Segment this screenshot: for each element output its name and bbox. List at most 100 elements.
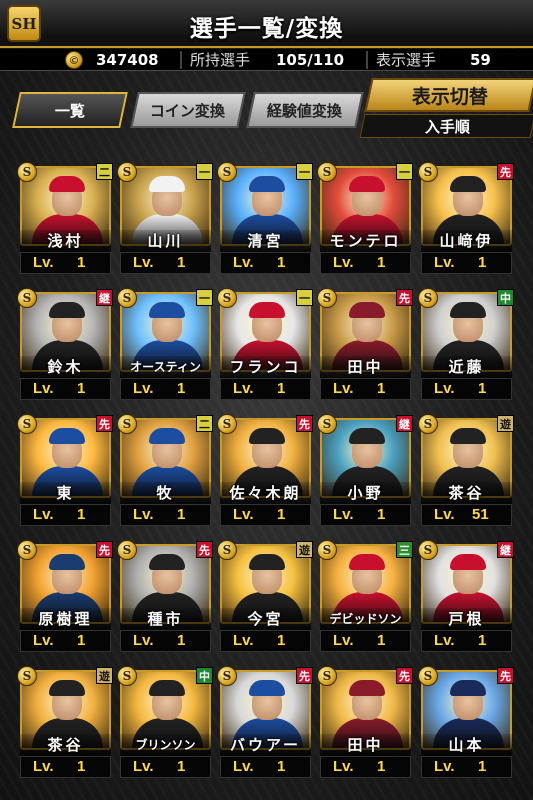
position-badge: 中 (196, 667, 213, 684)
position-badge: 一 (296, 289, 313, 306)
level-value: 1 (177, 632, 186, 649)
level-value: 1 (77, 506, 86, 523)
display-switch-label: 表示切替 (412, 85, 489, 108)
player-level: Lv. 1 (421, 252, 512, 274)
tab-coin-convert[interactable]: コイン変換 (130, 92, 246, 128)
level-prefix: Lv. (133, 254, 154, 271)
player-card[interactable]: 小野 Lv. 1 S 継 (317, 414, 413, 536)
player-card[interactable]: 近藤 Lv. 1 S 中 (418, 288, 514, 410)
player-card[interactable]: 田中 Lv. 1 S 先 (317, 288, 413, 410)
level-value: 1 (177, 254, 186, 271)
player-card[interactable]: 東 Lv. 1 S 先 (17, 414, 113, 536)
player-card[interactable]: オースティン Lv. 1 S 一 (117, 288, 213, 410)
level-prefix: Lv. (33, 758, 54, 775)
level-value: 1 (377, 758, 386, 775)
player-card[interactable]: 佐々木朗 Lv. 1 S 先 (217, 414, 313, 536)
display-switch-button[interactable]: 表示切替 入手順 (359, 78, 533, 140)
sort-order-label: 入手順 (424, 117, 470, 136)
player-card[interactable]: 清宮 Lv. 1 S 一 (217, 162, 313, 284)
player-card[interactable]: デビッドソン Lv. 1 S 三 (317, 540, 413, 662)
s-rank-icon: S (317, 540, 337, 560)
player-name: 原樹理 (20, 608, 111, 630)
player-name: 牧 (120, 482, 211, 504)
player-name: 茶谷 (20, 734, 111, 756)
position-badge: 一 (296, 163, 313, 180)
level-prefix: Lv. (133, 380, 154, 397)
s-rank-icon: S (17, 540, 37, 560)
player-level: Lv. 1 (20, 630, 111, 652)
shown-label: 表示選手 (376, 51, 437, 69)
player-level: Lv. 1 (320, 504, 411, 526)
player-level: Lv. 1 (421, 378, 512, 400)
level-value: 1 (177, 380, 186, 397)
player-card[interactable]: 山川 Lv. 1 S 一 (117, 162, 213, 284)
player-cap (249, 176, 285, 192)
display-switch-label-box[interactable]: 表示切替 (364, 78, 533, 112)
player-level: Lv. 1 (421, 756, 512, 778)
player-level: Lv. 1 (20, 252, 111, 274)
player-card[interactable]: 茶谷 Lv. 51 S 遊 (418, 414, 514, 536)
header: SH 選手一覧/変換 (0, 0, 533, 48)
player-card[interactable]: 原樹理 Lv. 1 S 先 (17, 540, 113, 662)
player-card[interactable]: 田中 Lv. 1 S 先 (317, 666, 413, 788)
player-card[interactable]: 茶谷 Lv. 1 S 遊 (17, 666, 113, 788)
player-card[interactable]: ブリンソン Lv. 1 S 中 (117, 666, 213, 788)
sort-order-box[interactable]: 入手順 (359, 114, 533, 138)
player-name: 佐々木朗 (220, 482, 311, 504)
player-card[interactable]: 山﨑伊 Lv. 1 S 先 (418, 162, 514, 284)
player-level: Lv. 1 (220, 630, 311, 652)
player-level: Lv. 51 (421, 504, 512, 526)
player-name: 戸根 (421, 608, 512, 630)
position-badge: 先 (497, 667, 514, 684)
player-card[interactable]: 今宮 Lv. 1 S 遊 (217, 540, 313, 662)
player-card[interactable]: バウアー Lv. 1 S 先 (217, 666, 313, 788)
player-card[interactable]: 牧 Lv. 1 S 二 (117, 414, 213, 536)
s-rank-icon: S (418, 540, 438, 560)
position-badge: 二 (196, 415, 213, 432)
player-card[interactable]: モンテロ Lv. 1 S 一 (317, 162, 413, 284)
level-prefix: Lv. (33, 380, 54, 397)
owned-label: 所持選手 (190, 51, 251, 69)
s-rank-icon: S (418, 414, 438, 434)
level-value: 1 (478, 380, 487, 397)
tab-list-label: 一覧 (54, 101, 85, 120)
player-card[interactable]: 戸根 Lv. 1 S 継 (418, 540, 514, 662)
position-badge: 遊 (96, 667, 113, 684)
position-badge: 先 (396, 289, 413, 306)
player-cap (249, 680, 285, 696)
level-prefix: Lv. (434, 758, 455, 775)
level-prefix: Lv. (233, 380, 254, 397)
level-prefix: Lv. (434, 380, 455, 397)
owned-value: 105/110 (276, 51, 345, 69)
player-name: 山川 (120, 230, 211, 252)
level-prefix: Lv. (33, 632, 54, 649)
position-badge: 先 (296, 415, 313, 432)
tab-exp-convert[interactable]: 経験値変換 (246, 92, 364, 128)
page-title: 選手一覧/変換 (189, 16, 344, 42)
player-name: フランコ (220, 356, 311, 378)
level-value: 1 (478, 254, 487, 271)
player-level: Lv. 1 (20, 504, 111, 526)
player-cap (450, 176, 486, 192)
level-prefix: Lv. (33, 254, 54, 271)
level-value: 1 (478, 758, 487, 775)
player-cap (349, 302, 385, 318)
s-rank-icon: S (418, 288, 438, 308)
player-name: 山本 (421, 734, 512, 756)
player-level: Lv. 1 (20, 378, 111, 400)
tab-row: 一覧 コイン変換 経験値変換 表示切替 入手順 (0, 78, 533, 140)
s-rank-icon: S (17, 666, 37, 686)
level-prefix: Lv. (333, 506, 354, 523)
player-card[interactable]: 浅村 Lv. 1 S 二 (17, 162, 113, 284)
player-card[interactable]: 鈴木 Lv. 1 S 継 (17, 288, 113, 410)
player-card[interactable]: 山本 Lv. 1 S 先 (418, 666, 514, 788)
player-cap (149, 302, 185, 318)
player-card[interactable]: 種市 Lv. 1 S 先 (117, 540, 213, 662)
player-level: Lv. 1 (320, 756, 411, 778)
player-card[interactable]: フランコ Lv. 1 S 一 (217, 288, 313, 410)
s-rank-icon: S (117, 288, 137, 308)
level-value: 1 (77, 254, 86, 271)
player-name: 今宮 (220, 608, 311, 630)
tab-list[interactable]: 一覧 (12, 92, 128, 128)
position-badge: 三 (396, 541, 413, 558)
